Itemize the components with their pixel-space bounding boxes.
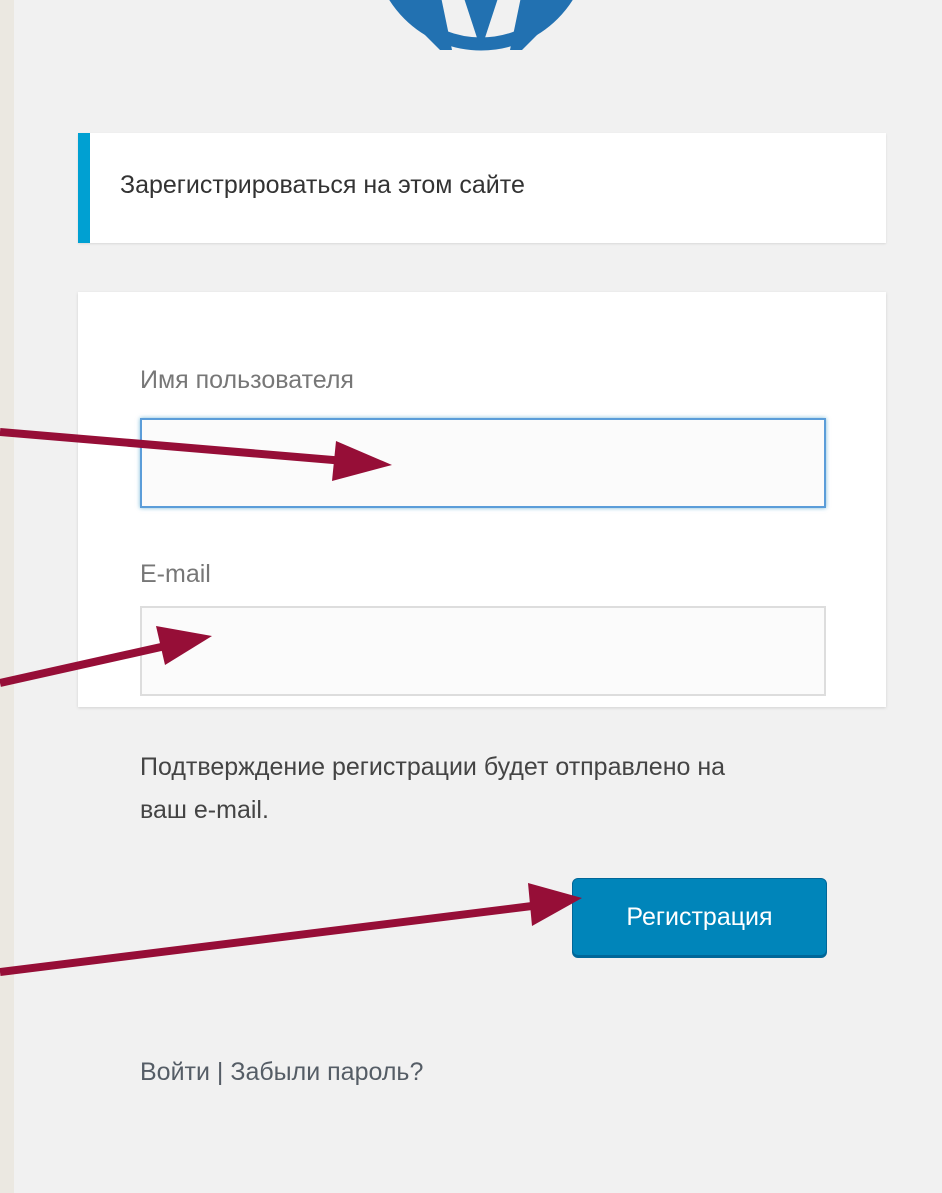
registration-hint: Подтверждение регистрации будет отправле… (140, 753, 726, 824)
register-button[interactable]: Регистрация (572, 878, 827, 956)
nav-separator: | (209, 1058, 231, 1086)
login-nav: Войти | Забыли пароль? (140, 1058, 423, 1087)
username-label: Имя пользователя (140, 366, 354, 394)
lost-password-link[interactable]: Забыли пароль? (230, 1058, 423, 1086)
wordpress-logo-icon[interactable] (370, 0, 592, 52)
email-label: E-mail (140, 560, 211, 588)
register-form: Имя пользователя E-mail Подтверждение ре… (78, 292, 886, 824)
email-input[interactable] (140, 606, 826, 696)
notice-text: Зарегистрироваться на этом сайте (120, 171, 525, 199)
login-link[interactable]: Войти (140, 1058, 210, 1086)
register-notice: Зарегистрироваться на этом сайте (78, 133, 886, 243)
username-input[interactable] (140, 418, 826, 508)
